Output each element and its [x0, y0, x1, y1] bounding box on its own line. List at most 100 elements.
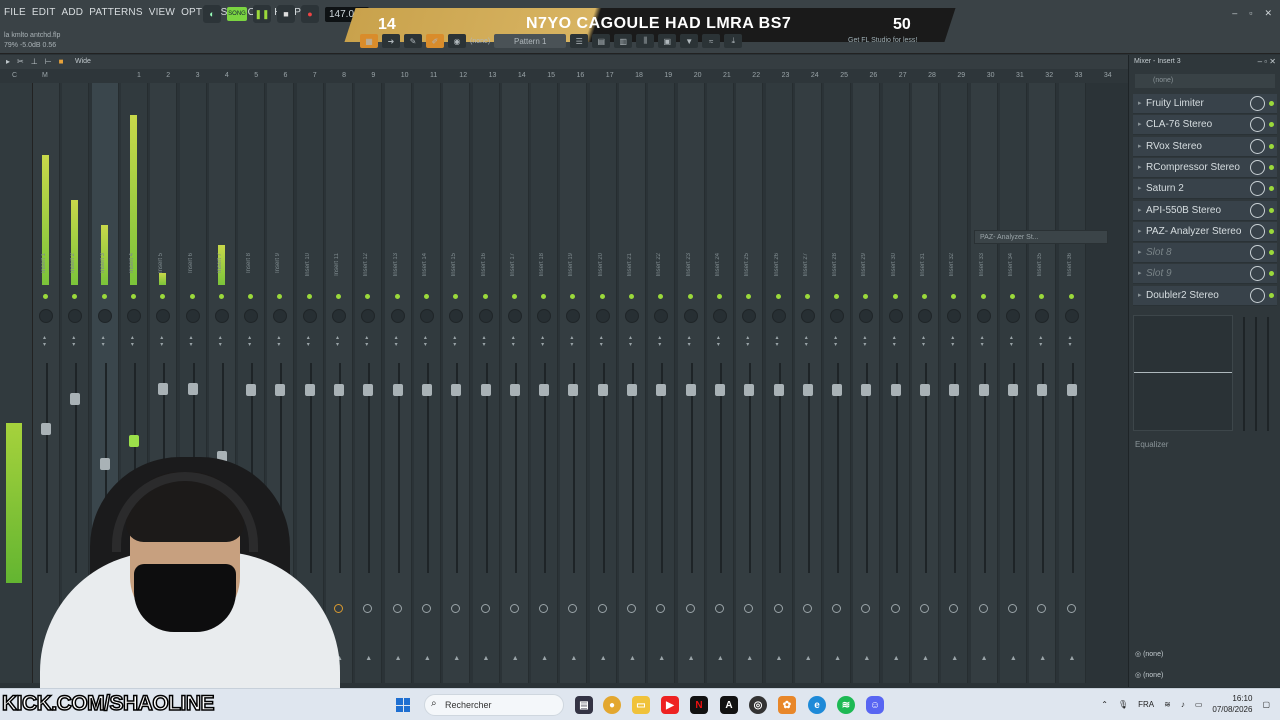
slot-enable-led[interactable] [1269, 292, 1274, 298]
volume-fader[interactable] [627, 384, 637, 396]
volume-fader[interactable] [890, 384, 901, 396]
stereo-separation-icon[interactable]: ▴ ▾ [307, 335, 310, 349]
pan-knob[interactable] [332, 309, 346, 323]
pan-knob[interactable] [39, 309, 53, 323]
route-icon[interactable] [773, 604, 783, 613]
panel-controls[interactable]: – ▫ ✕ [1258, 57, 1276, 66]
volume-fader[interactable] [802, 384, 813, 396]
send-arrow-icon[interactable]: ▲ [688, 655, 695, 662]
clock[interactable]: 16:10 07/08/2026 [1212, 693, 1252, 715]
track-enable-led[interactable] [336, 294, 341, 299]
volume-fader[interactable] [597, 384, 608, 396]
mixer-track-19[interactable]: Insert 19 ▴ ▾ ▲ [560, 83, 588, 683]
effect-slot-7[interactable]: ▸ PAZ- Analyzer Stereo [1133, 221, 1277, 242]
effect-slot-1[interactable]: ▸ Fruity Limiter [1133, 94, 1277, 114]
slot-mix-knob[interactable] [1250, 202, 1265, 218]
mixer-track-28[interactable]: Insert 28 ▴ ▾ ▲ [824, 83, 852, 683]
mixer-track-27[interactable]: Insert 27 ▴ ▾ ▲ [794, 83, 822, 683]
track-enable-led[interactable] [43, 294, 48, 299]
pan-knob[interactable] [302, 309, 317, 323]
link-icon[interactable]: ⊢ [45, 57, 52, 66]
edge-icon[interactable]: e [808, 696, 826, 714]
discord-icon[interactable]: ☺ [866, 696, 884, 714]
stereo-separation-icon[interactable]: ▴ ▾ [776, 335, 779, 349]
slot-menu-icon[interactable]: ▸ [1138, 206, 1142, 214]
route-icon[interactable] [744, 604, 754, 613]
stereo-separation-icon[interactable]: ▴ ▾ [395, 335, 398, 349]
pan-knob[interactable] [126, 309, 141, 323]
mixer-track-26[interactable]: Insert 26 ▴ ▾ ▲ [765, 83, 793, 683]
slot-mix-knob[interactable] [1250, 117, 1265, 133]
track-enable-led[interactable] [277, 294, 283, 299]
master-strip[interactable] [0, 83, 33, 683]
volume-fader[interactable] [949, 384, 960, 396]
volume-fader[interactable] [861, 384, 872, 396]
notification-icon[interactable]: ▢ [1262, 700, 1270, 709]
track-enable-led[interactable] [218, 294, 224, 299]
stereo-separation-icon[interactable]: ▴ ▾ [336, 335, 339, 349]
mixer-track-22[interactable]: Insert 22 ▴ ▾ ▲ [648, 83, 676, 683]
volume-fader[interactable] [685, 384, 696, 396]
effect-slot-6[interactable]: ▸ API-550B Stereo [1133, 200, 1277, 221]
route-icon[interactable] [363, 604, 373, 613]
send-arrow-icon[interactable]: ▲ [453, 655, 460, 662]
stereo-separation-icon[interactable]: ▴ ▾ [893, 335, 896, 349]
send-arrow-icon[interactable]: ▲ [834, 655, 841, 662]
pan-knob[interactable] [947, 309, 962, 323]
menu-item-add[interactable]: ADD [62, 7, 84, 18]
song-mode-button[interactable]: SONG [227, 7, 247, 21]
route-icon[interactable] [890, 604, 900, 613]
track-enable-led[interactable] [453, 294, 459, 299]
route-icon[interactable] [480, 604, 490, 613]
stereo-separation-icon[interactable]: ▴ ▾ [629, 335, 632, 349]
slot-menu-icon[interactable]: ▸ [1138, 120, 1142, 128]
slot-menu-icon[interactable]: ▸ [1138, 142, 1142, 150]
pan-knob[interactable] [244, 309, 259, 323]
send-arrow-icon[interactable]: ▲ [1010, 655, 1017, 662]
send-arrow-icon[interactable]: ▲ [570, 655, 577, 662]
pan-knob[interactable] [625, 309, 639, 323]
pan-knob[interactable] [830, 309, 845, 323]
route-icon[interactable] [539, 604, 549, 613]
track-enable-led[interactable] [482, 294, 488, 299]
track-enable-led[interactable] [863, 294, 869, 299]
send-arrow-icon[interactable]: ▲ [893, 655, 900, 662]
mixer-track-33[interactable]: Insert 33 ▴ ▾ ▲ [970, 83, 998, 683]
track-enable-led[interactable] [1009, 294, 1015, 299]
stereo-separation-icon[interactable]: ▴ ▾ [365, 335, 368, 349]
volume-fader[interactable] [978, 384, 989, 396]
route-icon[interactable] [1007, 604, 1017, 613]
spotify-icon[interactable]: ≋ [837, 696, 855, 714]
volume-fader[interactable] [656, 384, 667, 396]
volume-fader[interactable] [187, 383, 198, 395]
route-icon[interactable] [568, 604, 578, 613]
taskbar-search[interactable]: ⌕ Rechercher [424, 694, 564, 716]
stereo-separation-icon[interactable]: ▴ ▾ [1010, 335, 1013, 349]
slot-menu-icon[interactable]: ▸ [1138, 269, 1142, 277]
slot-mix-knob[interactable] [1250, 138, 1265, 154]
volume-fader[interactable] [773, 384, 784, 396]
netflix-icon[interactable]: N [690, 696, 708, 714]
volume-fader[interactable] [1007, 384, 1018, 396]
route-icon[interactable] [949, 604, 959, 613]
wifi-icon[interactable]: ≋ [1164, 700, 1171, 709]
task-view-icon[interactable]: ▤ [575, 696, 593, 714]
stereo-separation-icon[interactable]: ▴ ▾ [688, 335, 691, 349]
track-enable-led[interactable] [922, 294, 927, 299]
maximize-icon[interactable]: ▫ [1249, 8, 1252, 19]
stereo-separation-icon[interactable]: ▴ ▾ [512, 335, 515, 349]
route-icon[interactable] [392, 604, 402, 613]
pan-knob[interactable] [859, 309, 874, 323]
browser-icon[interactable]: ▣ [658, 34, 677, 48]
arrow-icon[interactable]: ➜ [382, 34, 400, 48]
pan-knob[interactable] [273, 309, 288, 323]
playlist-icon[interactable]: ☰ [570, 34, 589, 48]
stereo-separation-icon[interactable]: ▴ ▾ [131, 335, 134, 349]
track-enable-led[interactable] [130, 294, 136, 299]
explorer-icon[interactable]: ▭ [632, 696, 650, 714]
route-icon[interactable] [861, 604, 871, 613]
eq-faders[interactable] [1239, 317, 1273, 431]
volume-fader[interactable] [1066, 384, 1077, 396]
piano-roll-icon[interactable]: ▤ [592, 34, 611, 48]
pan-knob[interactable] [68, 309, 83, 323]
